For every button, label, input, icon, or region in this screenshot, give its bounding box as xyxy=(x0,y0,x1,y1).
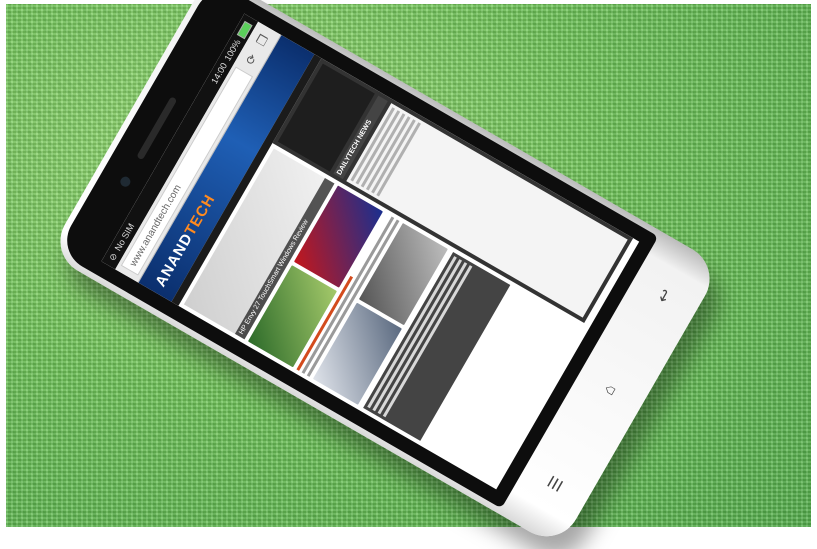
home-icon[interactable]: ⌂ xyxy=(596,375,624,405)
sim-icon: ⊘ xyxy=(106,250,119,263)
back-icon[interactable]: ↩ xyxy=(650,281,679,312)
refresh-icon[interactable]: ⟳ xyxy=(241,48,263,70)
front-camera-icon xyxy=(118,174,133,189)
menu-icon[interactable]: ☰ xyxy=(541,469,570,500)
tabs-icon[interactable]: ❐ xyxy=(252,29,274,51)
